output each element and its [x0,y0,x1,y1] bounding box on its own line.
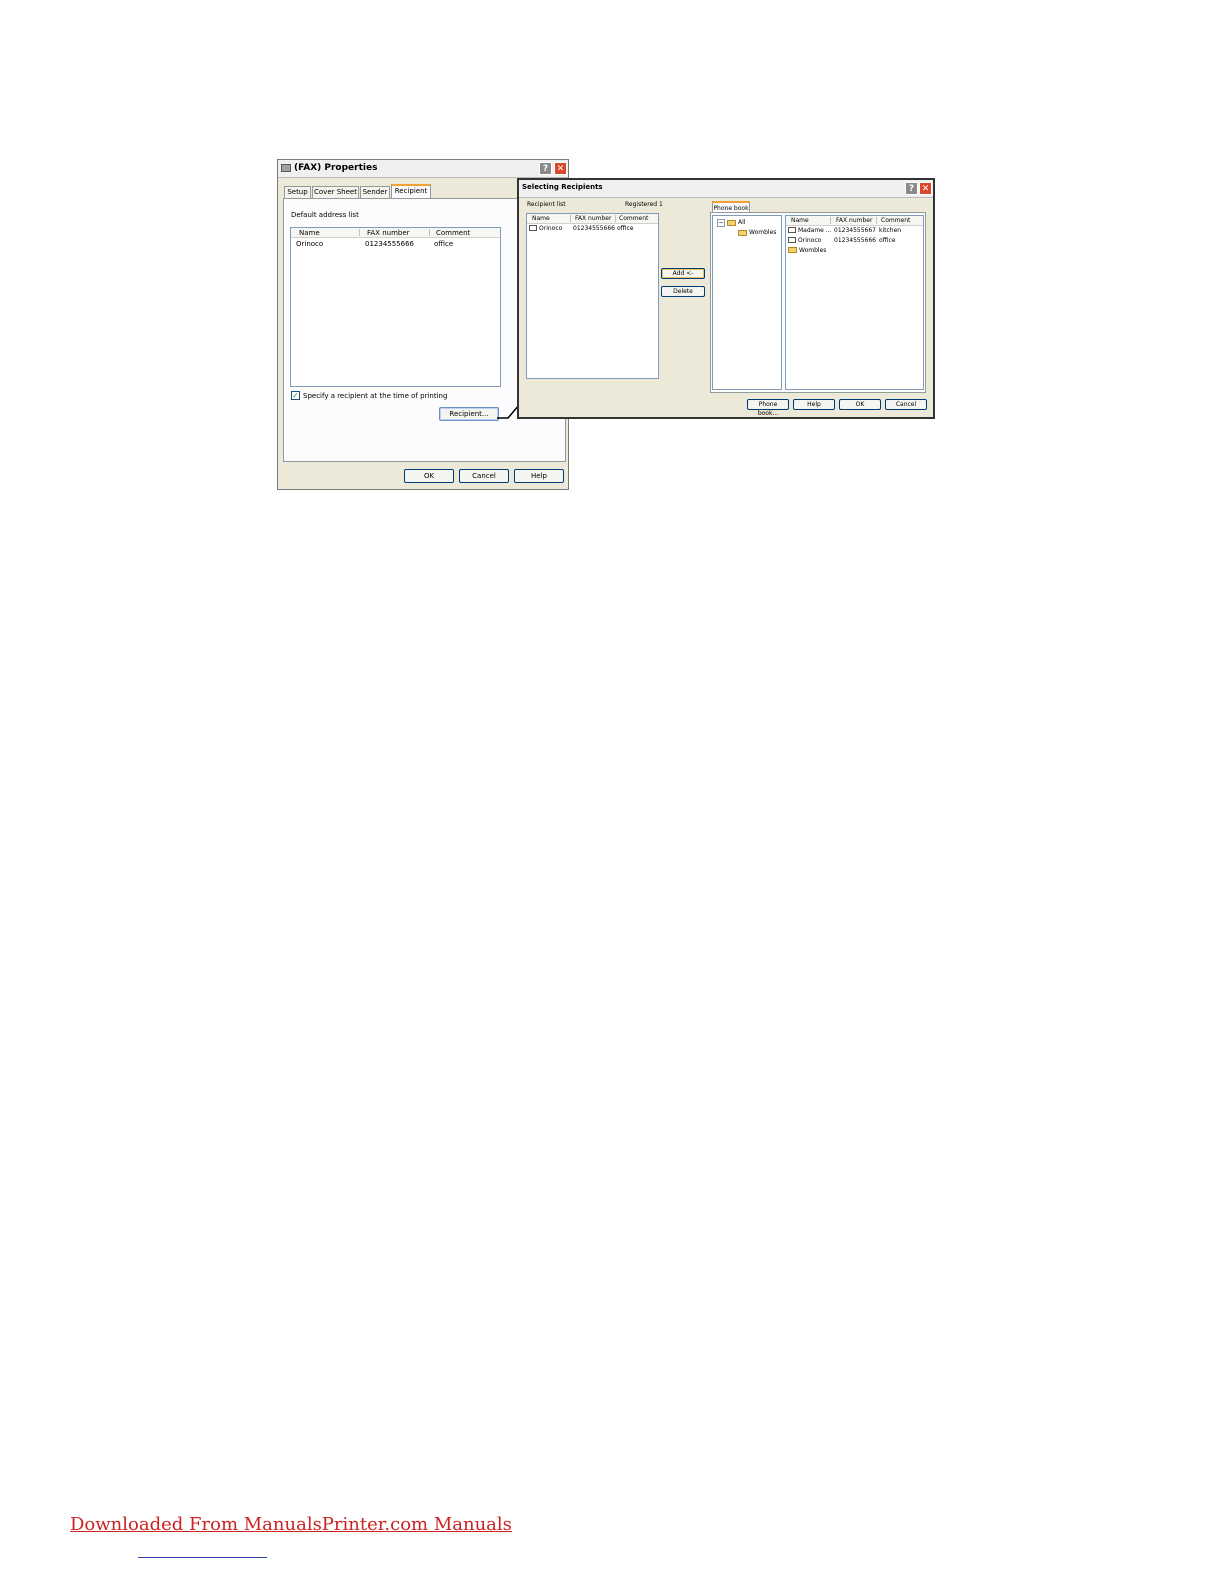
row-comment: office [617,225,634,232]
list-header: Name FAX number Comment [527,214,658,224]
tab-sender[interactable]: Sender [360,186,390,198]
column-fax-number[interactable]: FAX number [367,229,410,237]
column-fax-number[interactable]: FAX number [575,215,611,222]
footer-download-link[interactable]: Downloaded From ManualsPrinter.com Manua… [70,1514,512,1535]
row-comment: office [879,237,896,244]
column-fax-number[interactable]: FAX number [836,217,872,224]
list-header: Name FAX number Comment [786,216,923,226]
help-icon[interactable]: ? [539,162,552,175]
registered-count: Registered 1 [625,201,663,208]
row-fax: 01234555666 [365,240,414,248]
phone-book-button[interactable]: Phone book... [747,399,789,417]
tree-item-wombles[interactable]: Wombles [749,229,776,236]
row-name: Orinoco [539,225,563,232]
column-comment[interactable]: Comment [881,217,910,224]
table-row[interactable]: Orinoco 01234555666 office [527,225,658,234]
folder-icon [738,229,747,237]
help-icon[interactable]: ? [905,182,918,195]
recipient-list[interactable]: Name FAX number Comment Orinoco 01234555… [526,213,659,379]
column-name[interactable]: Name [532,215,550,222]
row-fax: 01234555666 [834,237,876,244]
recipient-list-label: Recipient list [527,201,566,208]
selecting-recipients-window: Selecting Recipients ? ✕ Recipient list … [517,178,935,419]
specify-recipient-checkbox[interactable]: ✓ [291,391,300,400]
row-name: Orinoco [798,237,822,244]
ok-button[interactable]: OK [404,469,454,483]
row-fax: 01234555666 [573,225,615,232]
default-address-list[interactable]: Name FAX number Comment Orinoco 01234555… [290,227,501,387]
printer-icon [281,164,291,172]
window-title: (FAX) Properties [294,163,378,173]
close-icon[interactable]: ✕ [919,182,932,195]
window-title: Selecting Recipients [522,183,603,191]
default-address-label: Default address list [291,211,359,219]
title-bar: Selecting Recipients ? ✕ [519,180,933,198]
column-comment[interactable]: Comment [619,215,648,222]
tab-cover-sheet[interactable]: Cover Sheet [312,186,359,198]
folder-icon [727,219,736,227]
help-button[interactable]: Help [793,399,835,410]
cancel-button[interactable]: Cancel [885,399,927,410]
ok-button[interactable]: OK [839,399,881,410]
tab-recipient[interactable]: Recipient [391,184,431,198]
recipient-button[interactable]: Recipient... [439,407,499,421]
list-header: Name FAX number Comment [291,228,500,238]
column-name[interactable]: Name [299,229,320,237]
specify-recipient-label: Specify a recipient at the time of print… [303,392,448,400]
row-fax: 01234555667 [834,227,876,234]
delete-button[interactable]: Delete [661,286,705,297]
footer-rule [138,1557,267,1558]
collapse-icon[interactable]: − [717,219,725,227]
phonebook-panel: − All Wombles Name FAX number Comment Ma… [710,212,926,393]
phonebook-list[interactable]: Name FAX number Comment Madame ... 01234… [785,215,924,390]
phonebook-tree[interactable]: − All Wombles [712,215,782,390]
cancel-button[interactable]: Cancel [459,469,509,483]
title-bar: (FAX) Properties ? ✕ [278,160,568,178]
tree-item-all[interactable]: All [738,219,745,226]
table-row[interactable]: Orinoco 01234555666 office [786,237,923,246]
row-name: Madame ... [798,227,832,234]
close-icon[interactable]: ✕ [554,162,567,175]
tab-setup[interactable]: Setup [284,186,311,198]
row-name: Orinoco [296,240,324,248]
column-name[interactable]: Name [791,217,809,224]
table-row[interactable]: Madame ... 01234555667 kitchen [786,227,923,236]
help-button[interactable]: Help [514,469,564,483]
add-button[interactable]: Add <- [661,268,705,279]
column-comment[interactable]: Comment [436,229,470,237]
row-name: Wombles [799,247,827,254]
row-comment: kitchen [879,227,902,234]
table-row[interactable]: Wombles [786,247,923,256]
table-row[interactable]: Orinoco 01234555666 office [291,240,500,249]
row-comment: office [434,240,454,248]
